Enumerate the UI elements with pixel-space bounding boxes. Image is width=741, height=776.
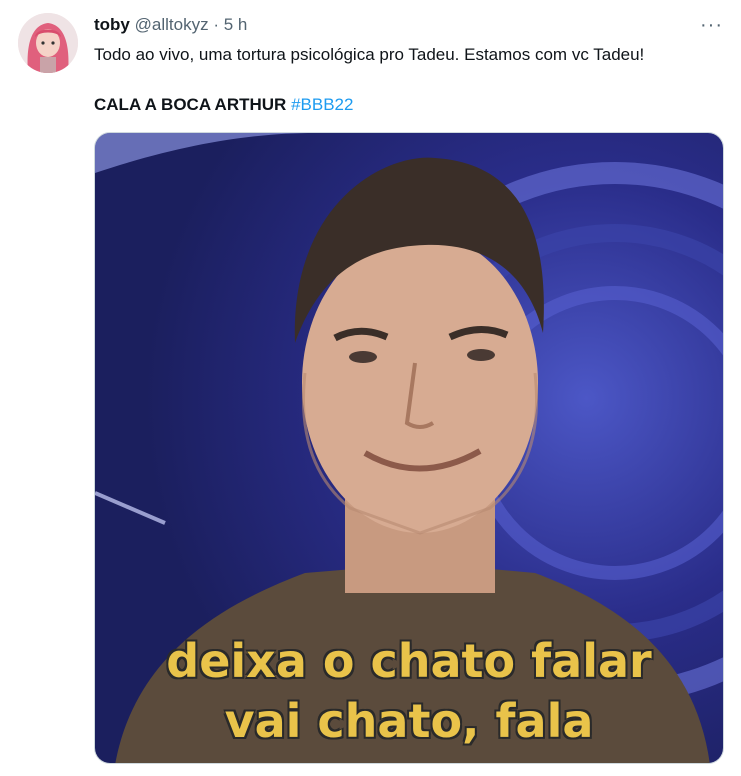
author-name[interactable]: toby xyxy=(94,15,130,34)
tweet-text-bold: CALA A BOCA ARTHUR xyxy=(94,95,287,114)
meme-caption-line2: vai chato, fala xyxy=(224,694,594,748)
tweet-header: toby @alltokyz · 5 h xyxy=(94,14,247,36)
author-handle[interactable]: @alltokyz xyxy=(135,15,209,34)
tweet-timestamp[interactable]: 5 h xyxy=(224,15,248,34)
tweet[interactable]: toby @alltokyz · 5 h ··· Todo ao vivo, u… xyxy=(0,0,741,776)
avatar-image xyxy=(18,13,78,73)
tweet-text-line1: Todo ao vivo, uma tortura psicológica pr… xyxy=(94,45,645,64)
tweet-media[interactable]: deixa o chato falar vai chato, fala xyxy=(94,132,724,764)
more-icon[interactable]: ··· xyxy=(700,14,723,36)
meme-caption-line1: deixa o chato falar xyxy=(166,634,652,688)
avatar[interactable] xyxy=(18,13,78,73)
hashtag-link[interactable]: #BBB22 xyxy=(291,95,353,114)
separator-dot: · xyxy=(213,15,219,34)
tweet-text-line2: CALA A BOCA ARTHUR #BBB22 xyxy=(94,94,353,116)
